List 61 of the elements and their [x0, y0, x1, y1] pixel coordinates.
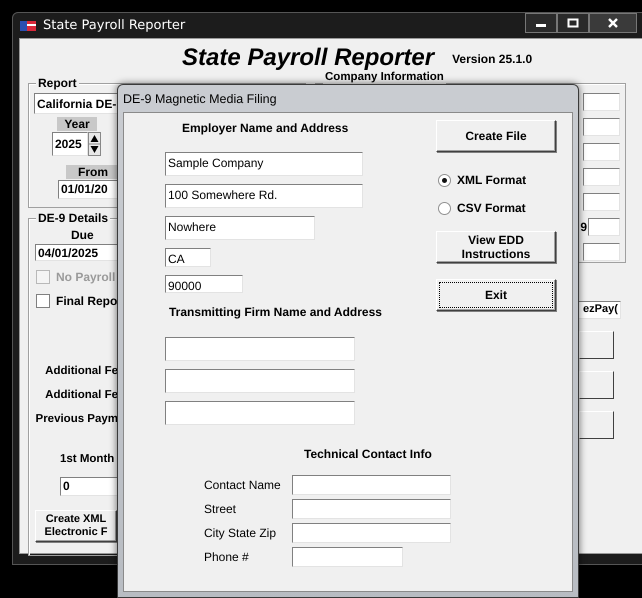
text-field[interactable]: [292, 499, 451, 519]
field-label: Contact Name: [204, 478, 282, 492]
field-label: Street: [204, 502, 238, 516]
amount-label: Previous Paym: [35, 413, 118, 427]
month-field[interactable]: 0: [60, 477, 120, 496]
spinner-arrows-icon[interactable]: [88, 132, 101, 156]
text-field[interactable]: [292, 475, 451, 495]
create-file-button[interactable]: Create File: [436, 120, 556, 152]
text-field[interactable]: [583, 243, 620, 261]
app-heading: State Payroll Reporter: [182, 44, 434, 72]
text-field[interactable]: [583, 193, 620, 211]
flag-icon: [19, 18, 37, 32]
text-field[interactable]: CA: [165, 248, 211, 267]
text-field[interactable]: [292, 523, 451, 543]
checkbox-label: No Payroll: [56, 270, 116, 284]
text-field[interactable]: [165, 337, 355, 361]
create-xml-button[interactable]: Create XML Electronic F: [35, 510, 117, 542]
text-field[interactable]: [165, 369, 355, 393]
section-heading: Transmitting Firm Name and Address: [169, 305, 382, 321]
minimize-button[interactable]: [525, 13, 557, 33]
radio-label: XML Format: [457, 173, 526, 187]
text-field[interactable]: 90000: [165, 275, 243, 293]
text-field[interactable]: [583, 143, 620, 161]
text-field[interactable]: ezPay(: [576, 301, 621, 319]
dialog-title: DE-9 Magnetic Media Filing: [123, 92, 277, 106]
field-label: City State Zip: [204, 526, 278, 540]
text-field[interactable]: [165, 401, 355, 425]
text-field[interactable]: Nowhere: [165, 216, 315, 240]
radio-button[interactable]: [438, 174, 451, 186]
text-field[interactable]: 100 Somewhere Rd.: [165, 184, 363, 208]
group-label: Report: [36, 76, 79, 90]
text-field[interactable]: [583, 168, 620, 186]
view-instructions-button[interactable]: View EDD Instructions: [436, 231, 556, 263]
year-label: Year: [57, 117, 97, 131]
checkbox[interactable]: [36, 294, 50, 308]
checkbox-label: Final Repo: [56, 294, 118, 308]
due-label: Due: [71, 228, 95, 244]
version-label: Version 25.1.0: [452, 52, 532, 68]
window-title: State Payroll Reporter: [43, 18, 186, 33]
exit-button[interactable]: Exit: [436, 279, 556, 311]
text-field[interactable]: [588, 218, 620, 236]
group-label: DE-9 Details: [36, 211, 110, 225]
radio-button[interactable]: [438, 202, 451, 214]
text-field[interactable]: Sample Company: [165, 152, 363, 176]
month-label: 1st Month: [60, 453, 116, 467]
close-icon: [607, 18, 619, 28]
text-field[interactable]: [583, 93, 620, 111]
field-label: Phone #: [204, 550, 250, 564]
group-label: Company Information: [323, 71, 446, 84]
maximize-button[interactable]: [557, 13, 589, 33]
maximize-icon: [567, 18, 579, 28]
field-label: 9: [580, 220, 587, 234]
radio-label: CSV Format: [457, 201, 526, 215]
close-button[interactable]: [589, 13, 637, 33]
text-field[interactable]: [292, 547, 403, 567]
section-heading: Technical Contact Info: [304, 447, 433, 463]
year-field[interactable]: 2025: [52, 132, 88, 156]
amount-label: Additional Fe: [44, 389, 118, 403]
text-field[interactable]: [583, 118, 620, 136]
section-heading: Employer Name and Address: [182, 121, 348, 137]
amount-label: Additional Fe: [44, 365, 118, 379]
